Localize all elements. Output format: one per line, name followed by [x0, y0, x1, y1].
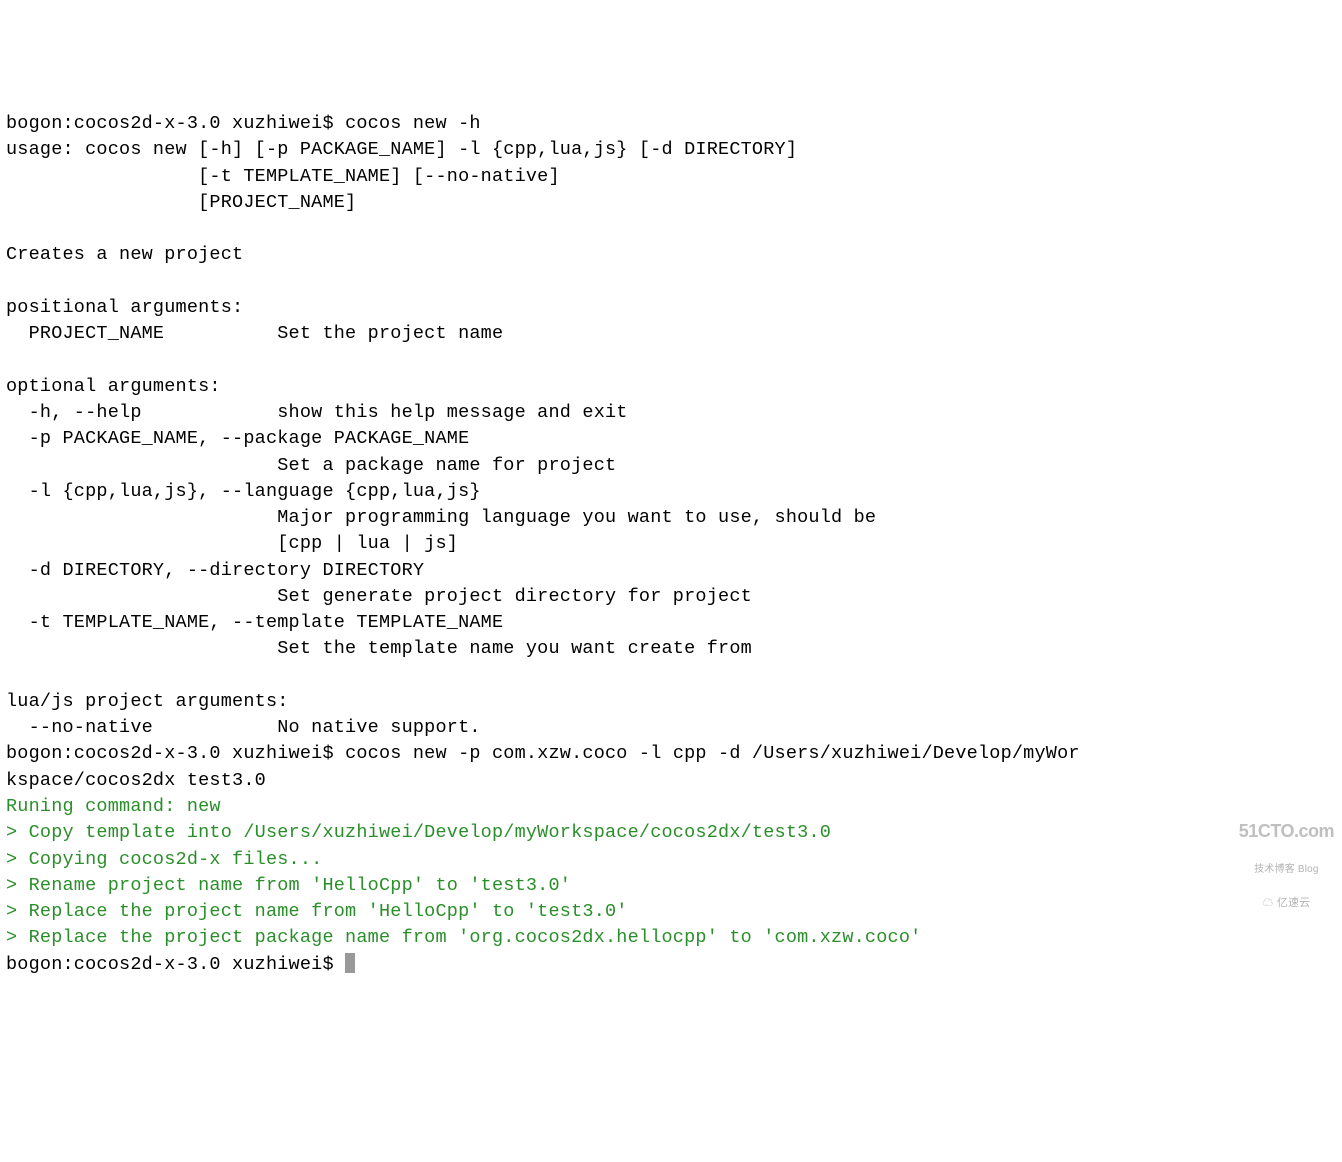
command-text: cocos new -p com.xzw.coco -l cpp -d /Use…	[345, 743, 1080, 764]
section-header: lua/js project arguments:	[6, 691, 289, 712]
command-text: cocos new -h	[345, 113, 481, 134]
output-replace-package: > Replace the project package name from …	[6, 927, 921, 948]
arg-language: -l {cpp,lua,js}, --language {cpp,lua,js}	[6, 481, 481, 502]
shell-prompt: bogon:cocos2d-x-3.0 xuzhiwei$	[6, 113, 345, 134]
output-running: Runing command: new	[6, 796, 221, 817]
arg-package-desc: Set a package name for project	[6, 455, 616, 476]
cursor-icon	[345, 953, 355, 973]
arg-directory-desc: Set generate project directory for proje…	[6, 586, 752, 607]
arg-package: -p PACKAGE_NAME, --package PACKAGE_NAME	[6, 428, 469, 449]
arg-no-native: --no-native No native support.	[6, 717, 481, 738]
output-replace-name: > Replace the project name from 'HelloCp…	[6, 901, 628, 922]
output-rename: > Rename project name from 'HelloCpp' to…	[6, 875, 571, 896]
usage-line: [-t TEMPLATE_NAME] [--no-native]	[6, 166, 560, 187]
arg-language-desc: Major programming language you want to u…	[6, 507, 876, 528]
description: Creates a new project	[6, 244, 243, 265]
usage-line: [PROJECT_NAME]	[6, 192, 356, 213]
command-text-wrap: kspace/cocos2dx test3.0	[6, 770, 266, 791]
shell-prompt: bogon:cocos2d-x-3.0 xuzhiwei$	[6, 954, 345, 975]
arg-help: -h, --help show this help message and ex…	[6, 402, 628, 423]
output-copy-template: > Copy template into /Users/xuzhiwei/Dev…	[6, 822, 831, 843]
section-header: positional arguments:	[6, 297, 243, 318]
section-header: optional arguments:	[6, 376, 221, 397]
watermark-brand: 51CTO.com	[1239, 822, 1334, 842]
output-copy-files: > Copying cocos2d-x files...	[6, 849, 322, 870]
watermark: 51CTO.com 技术博客 Blog ☁ 亿速云	[1239, 800, 1334, 920]
arg-directory: -d DIRECTORY, --directory DIRECTORY	[6, 560, 424, 581]
arg-language-desc: [cpp | lua | js]	[6, 533, 458, 554]
arg-template-desc: Set the template name you want create fr…	[6, 638, 752, 659]
arg-template: -t TEMPLATE_NAME, --template TEMPLATE_NA…	[6, 612, 503, 633]
arg-project-name: PROJECT_NAME Set the project name	[6, 323, 503, 344]
terminal-output[interactable]: bogon:cocos2d-x-3.0 xuzhiwei$ cocos new …	[6, 111, 1336, 978]
usage-line: usage: cocos new [-h] [-p PACKAGE_NAME] …	[6, 139, 797, 160]
shell-prompt: bogon:cocos2d-x-3.0 xuzhiwei$	[6, 743, 345, 764]
watermark-source: ☁ 亿速云	[1239, 897, 1334, 909]
watermark-tagline: 技术博客 Blog	[1239, 864, 1334, 875]
